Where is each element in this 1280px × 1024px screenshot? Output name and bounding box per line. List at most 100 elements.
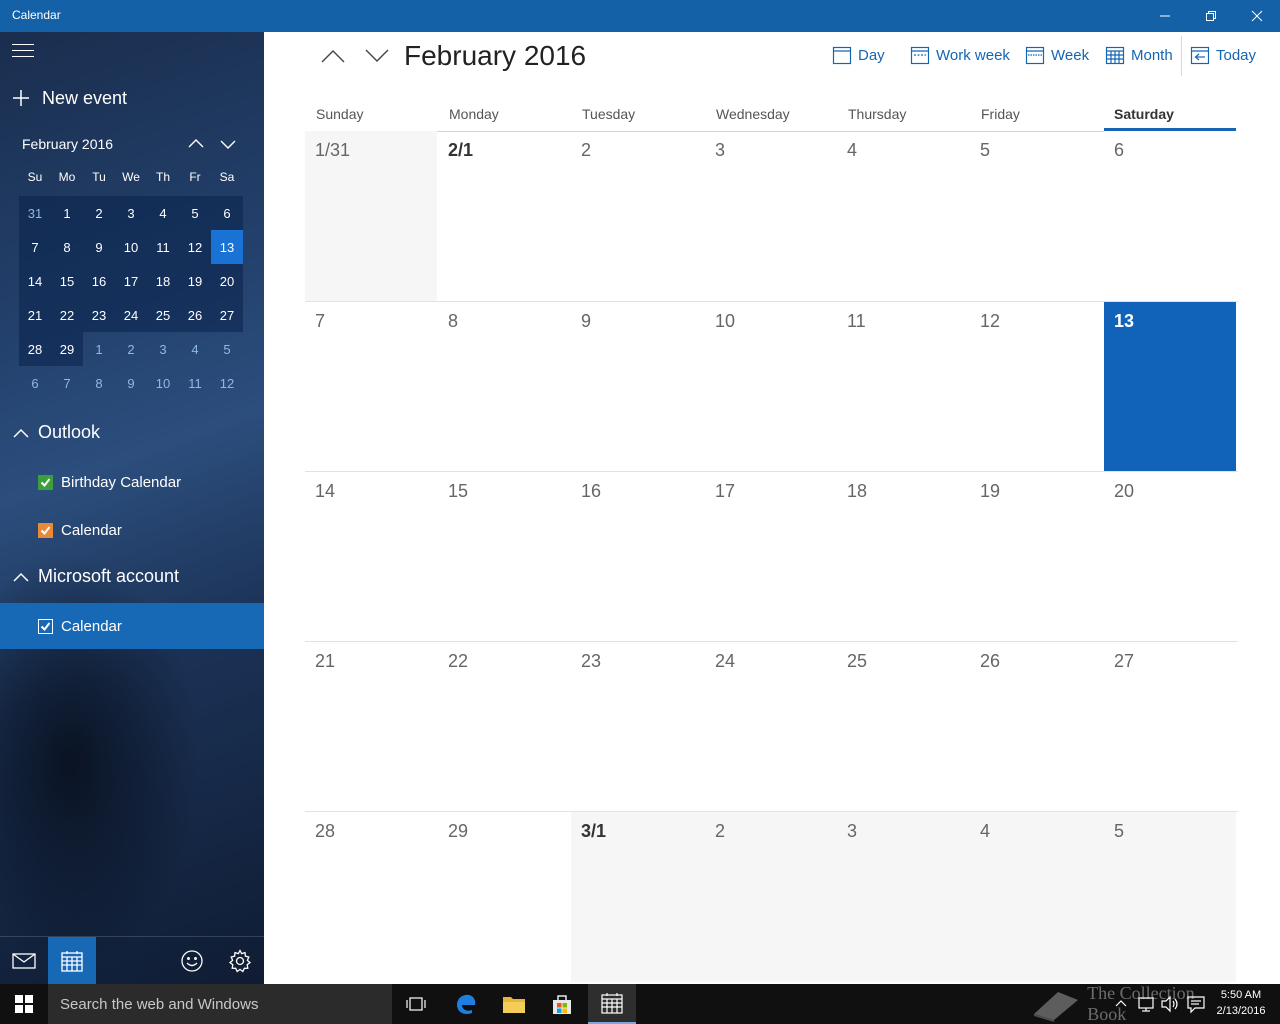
group-microsoft-account[interactable]: Microsoft account — [12, 566, 179, 587]
mini-calendar-day[interactable]: 3 — [147, 332, 179, 366]
day-cell[interactable]: 2/1 — [438, 131, 571, 301]
day-cell[interactable]: 22 — [438, 642, 571, 812]
mini-calendar-day[interactable]: 9 — [83, 230, 115, 264]
next-month-button[interactable] — [362, 44, 392, 68]
mini-calendar-day[interactable]: 8 — [51, 230, 83, 264]
mini-calendar-day[interactable]: 31 — [19, 196, 51, 230]
day-cell[interactable]: 4 — [970, 812, 1104, 982]
search-input[interactable] — [48, 984, 392, 1024]
day-cell[interactable]: 24 — [705, 642, 837, 812]
day-cell[interactable]: 1/31 — [305, 131, 437, 301]
mini-calendar-day[interactable]: 14 — [19, 264, 51, 298]
day-cell[interactable]: 3 — [837, 812, 970, 982]
mini-calendar-day[interactable]: 8 — [83, 366, 115, 400]
mini-calendar-day[interactable]: 25 — [147, 298, 179, 332]
day-cell[interactable]: 4 — [837, 131, 970, 301]
mini-calendar-prev-button[interactable] — [186, 134, 206, 154]
day-cell[interactable]: 21 — [305, 642, 437, 812]
view-work-week-button[interactable]: Work week — [910, 44, 1010, 66]
day-cell[interactable]: 15 — [438, 472, 571, 642]
feedback-button[interactable] — [168, 937, 216, 984]
mini-calendar-day[interactable]: 7 — [51, 366, 83, 400]
mini-calendar-day[interactable]: 6 — [19, 366, 51, 400]
mini-calendar-day[interactable]: 29 — [51, 332, 83, 366]
mini-calendar-day[interactable]: 7 — [19, 230, 51, 264]
mini-calendar-day[interactable]: 12 — [179, 230, 211, 264]
mini-calendar-day[interactable]: 9 — [115, 366, 147, 400]
mini-calendar-day[interactable]: 15 — [51, 264, 83, 298]
today-button[interactable]: Today — [1190, 44, 1256, 66]
checkbox-checked-icon[interactable] — [38, 474, 53, 490]
mini-calendar-day[interactable]: 28 — [19, 332, 51, 366]
checkbox-checked-icon[interactable] — [38, 522, 53, 538]
mini-calendar-day-today[interactable]: 13 — [211, 230, 243, 264]
mini-calendar-day[interactable]: 1 — [83, 332, 115, 366]
mini-calendar-day[interactable]: 10 — [147, 366, 179, 400]
volume-button[interactable] — [1160, 994, 1180, 1019]
day-cell[interactable]: 23 — [571, 642, 705, 812]
mini-calendar-day[interactable]: 12 — [211, 366, 243, 400]
restore-button[interactable] — [1188, 0, 1234, 32]
mini-calendar-day[interactable]: 5 — [211, 332, 243, 366]
mini-calendar-day[interactable]: 6 — [211, 196, 243, 230]
day-cell[interactable]: 2 — [705, 812, 837, 982]
start-button[interactable] — [0, 984, 48, 1024]
day-cell[interactable]: 2 — [571, 131, 705, 301]
mini-calendar-day[interactable]: 21 — [19, 298, 51, 332]
group-outlook[interactable]: Outlook — [12, 422, 100, 443]
file-explorer-button[interactable] — [490, 984, 538, 1024]
mini-calendar-day[interactable]: 27 — [211, 298, 243, 332]
day-cell[interactable]: 3/1 — [571, 812, 705, 982]
calendar-taskbar-button[interactable] — [588, 984, 636, 1024]
day-cell[interactable]: 3 — [705, 131, 837, 301]
mini-calendar-day[interactable]: 11 — [147, 230, 179, 264]
day-cell[interactable]: 9 — [571, 302, 705, 472]
task-view-button[interactable] — [392, 984, 440, 1024]
mini-calendar-day[interactable]: 26 — [179, 298, 211, 332]
taskbar-search[interactable] — [48, 984, 392, 1024]
day-cell[interactable]: 17 — [705, 472, 837, 642]
previous-month-button[interactable] — [318, 44, 348, 68]
day-cell[interactable]: 26 — [970, 642, 1104, 812]
new-event-button[interactable]: New event — [12, 86, 127, 110]
day-cell[interactable]: 28 — [305, 812, 437, 982]
mini-calendar-day[interactable]: 3 — [115, 196, 147, 230]
mini-calendar-day[interactable]: 16 — [83, 264, 115, 298]
edge-browser-button[interactable] — [442, 984, 490, 1024]
calendar-item-birthday[interactable]: Birthday Calendar — [0, 459, 264, 505]
mini-calendar-next-button[interactable] — [218, 134, 238, 154]
day-cell[interactable]: 12 — [970, 302, 1104, 472]
mini-calendar-day[interactable]: 2 — [83, 196, 115, 230]
view-day-button[interactable]: Day — [832, 44, 885, 66]
day-cell[interactable]: 5 — [1104, 812, 1236, 982]
day-cell[interactable]: 27 — [1104, 642, 1236, 812]
mini-calendar-day[interactable]: 23 — [83, 298, 115, 332]
mini-calendar-day[interactable]: 2 — [115, 332, 147, 366]
calendar-app-button[interactable] — [48, 937, 96, 984]
day-cell[interactable]: 20 — [1104, 472, 1236, 642]
day-cell[interactable]: 19 — [970, 472, 1104, 642]
mini-calendar-day[interactable]: 22 — [51, 298, 83, 332]
day-cell[interactable]: 8 — [438, 302, 571, 472]
checkbox-checked-icon[interactable] — [38, 618, 53, 634]
day-cell[interactable]: 11 — [837, 302, 970, 472]
day-cell[interactable]: 6 — [1104, 131, 1236, 301]
minimize-button[interactable] — [1142, 0, 1188, 32]
day-cell[interactable]: 10 — [705, 302, 837, 472]
store-button[interactable] — [538, 984, 586, 1024]
view-week-button[interactable]: Week — [1025, 44, 1089, 66]
mini-calendar-day[interactable]: 18 — [147, 264, 179, 298]
mini-calendar-day[interactable]: 11 — [179, 366, 211, 400]
calendar-item-microsoft-calendar[interactable]: Calendar — [0, 603, 264, 649]
day-cell[interactable]: 7 — [305, 302, 437, 472]
mini-calendar-day[interactable]: 4 — [179, 332, 211, 366]
calendar-item-outlook-calendar[interactable]: Calendar — [0, 507, 264, 553]
day-cell-today[interactable]: 13 — [1104, 302, 1236, 472]
mini-calendar-day[interactable]: 17 — [115, 264, 147, 298]
mini-calendar-day[interactable]: 20 — [211, 264, 243, 298]
mini-calendar-day[interactable]: 1 — [51, 196, 83, 230]
mini-calendar-day[interactable]: 19 — [179, 264, 211, 298]
view-month-button[interactable]: Month — [1105, 44, 1173, 66]
action-center-button[interactable] — [1186, 994, 1206, 1019]
day-cell[interactable]: 18 — [837, 472, 970, 642]
